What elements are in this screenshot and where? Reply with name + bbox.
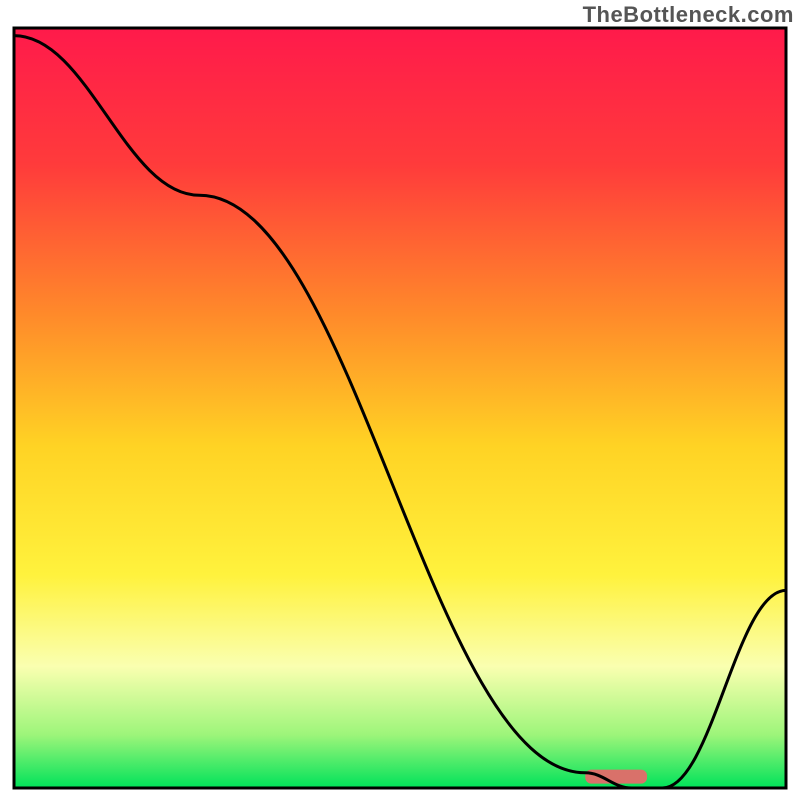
watermark-text: TheBottleneck.com <box>583 2 794 28</box>
bottleneck-chart <box>0 0 800 800</box>
chart-frame: TheBottleneck.com <box>0 0 800 800</box>
optimal-marker <box>585 770 647 784</box>
plot-area <box>14 28 786 788</box>
